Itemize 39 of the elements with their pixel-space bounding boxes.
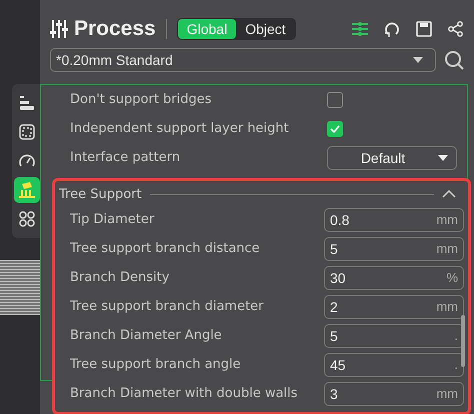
search-icon[interactable] [444, 50, 464, 70]
value-field[interactable]: 3 mm [324, 382, 464, 406]
setting-label: Tip Diameter [70, 213, 156, 226]
setting-label: Branch Density [70, 271, 170, 284]
preset-dropdown[interactable]: *0.20mm Standard [50, 48, 436, 72]
share-icon[interactable] [448, 21, 464, 37]
pattern-dropdown[interactable]: Default [327, 146, 457, 170]
scope-tab[interactable]: Object [236, 19, 295, 39]
support-tab[interactable] [14, 177, 40, 203]
setting-label: Interface pattern [70, 150, 182, 165]
scrollbar[interactable] [461, 315, 465, 367]
setting-label: Don't support bridges [70, 92, 213, 107]
section-title: Tree Support [59, 186, 142, 202]
value-field[interactable]: 0.8 mm [324, 208, 464, 232]
panel-title: Process [74, 17, 156, 41]
collapse-chevron-icon[interactable] [442, 190, 456, 198]
list-icon[interactable] [352, 21, 368, 37]
caret-icon [438, 154, 448, 160]
checkmark-icon [330, 124, 340, 132]
sliders-icon [50, 19, 68, 39]
model-preview-strip [0, 260, 40, 315]
caret-icon [413, 57, 423, 63]
setting-label: Independent support layer height [70, 121, 290, 136]
setting-label: Tree support branch diameter [70, 300, 265, 313]
checkbox[interactable] [327, 92, 343, 108]
reset-icon[interactable] [384, 21, 400, 37]
value-field[interactable]: 2 mm [324, 294, 464, 318]
value-field[interactable]: 5 mm [324, 236, 464, 260]
support-icon [18, 181, 36, 199]
setting-label: Tree support branch distance [70, 242, 261, 255]
save-icon[interactable] [416, 21, 432, 37]
setting-label: Tree support branch angle [70, 358, 242, 371]
value-field[interactable]: 30 % [324, 266, 464, 290]
layers-icon [18, 94, 36, 112]
clover-icon [18, 210, 36, 228]
frame-icon [18, 123, 36, 141]
setting-label: Branch Diameter with double walls [70, 387, 299, 400]
setting-label: Branch Diameter Angle [70, 329, 223, 342]
checkbox[interactable] [327, 120, 343, 136]
